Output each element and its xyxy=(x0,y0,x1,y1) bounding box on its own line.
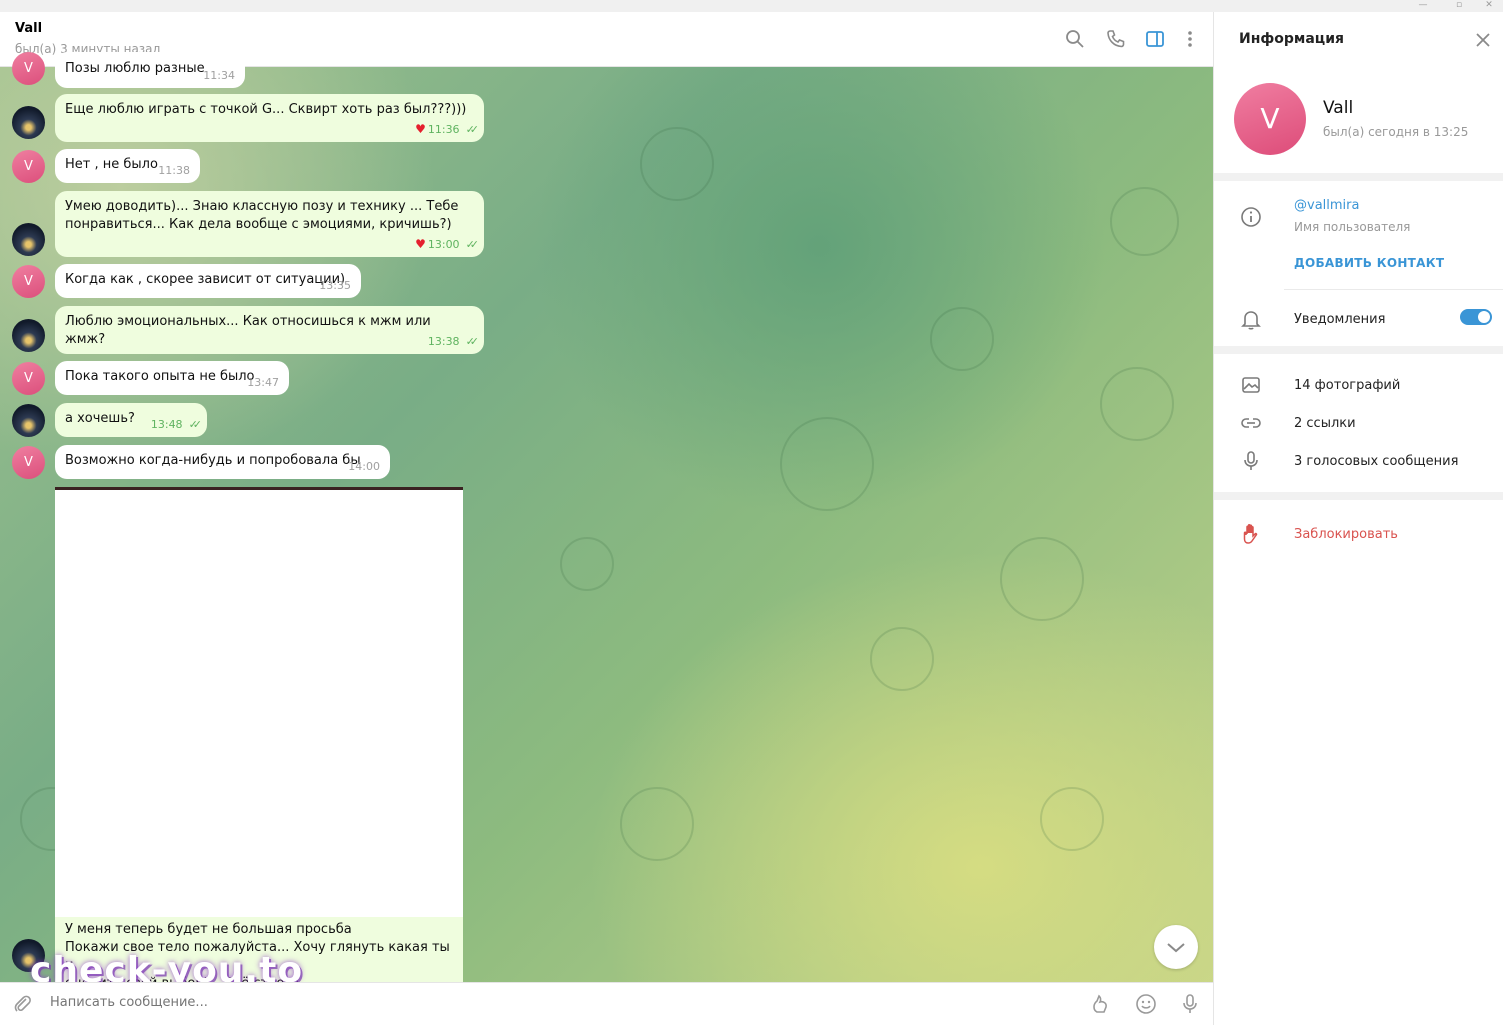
doodle-pattern xyxy=(780,417,874,511)
message-bubble[interactable]: Еще люблю играть с точкой G... Сквирт хо… xyxy=(55,94,484,142)
message-bubble[interactable]: Позы люблю разные 11:34 xyxy=(55,52,245,88)
links-item[interactable]: 2 ссылки xyxy=(1294,416,1356,431)
message-text: Люблю эмоциональных... Как относишься к … xyxy=(65,314,431,347)
message-composer xyxy=(0,982,1213,1025)
avatar[interactable] xyxy=(12,404,45,437)
notifications-label: Уведомления xyxy=(1294,312,1386,327)
more-icon[interactable] xyxy=(1179,28,1201,50)
info-icon xyxy=(1239,205,1263,229)
attach-icon[interactable] xyxy=(10,992,34,1016)
message-bubble[interactable]: Когда как , скорее зависит от ситуации) … xyxy=(55,264,361,298)
photo-attachment[interactable] xyxy=(55,487,463,917)
avatar[interactable]: V xyxy=(12,362,45,395)
avatar[interactable]: V xyxy=(12,265,45,298)
doodle-pattern xyxy=(560,537,614,591)
doodle-pattern xyxy=(1000,537,1084,621)
message-text-line: У меня теперь будет не большая просьба xyxy=(65,922,352,937)
profile-avatar[interactable]: V xyxy=(1234,83,1306,155)
block-button[interactable]: Заблокировать xyxy=(1294,527,1398,542)
doodle-pattern xyxy=(1110,187,1179,256)
doodle-pattern xyxy=(870,627,934,691)
message-time: 13:38 xyxy=(427,335,460,348)
close-icon[interactable] xyxy=(1473,30,1493,50)
message-text: Когда как , скорее зависит от ситуации) xyxy=(65,272,346,287)
heart-reaction-icon[interactable]: ♥ xyxy=(415,122,426,136)
read-checks-icon: ✓✓ xyxy=(465,335,480,348)
voice-messages-item[interactable]: 3 голосовых сообщения xyxy=(1294,454,1458,469)
message-time: 13:47 xyxy=(247,376,279,389)
message-text: Пока такого опыта не было xyxy=(65,369,255,384)
message-time: 14:00 xyxy=(348,460,380,473)
message-bubble[interactable]: Пока такого опыта не было 13:47 xyxy=(55,361,289,395)
read-checks-icon: ✓✓ xyxy=(465,238,480,251)
message-bubble[interactable]: Нет , не было 11:38 xyxy=(55,149,200,183)
info-title: Информация xyxy=(1239,31,1344,47)
photo-icon xyxy=(1239,373,1263,397)
message-time: 13:48 xyxy=(150,418,183,431)
divider xyxy=(1284,289,1503,290)
link-icon xyxy=(1239,411,1263,435)
block-hand-icon xyxy=(1239,522,1263,546)
message-bubble[interactable]: а хочешь? 13:48 ✓✓ xyxy=(55,403,207,437)
divider xyxy=(1214,492,1503,500)
scroll-down-button[interactable] xyxy=(1154,925,1198,969)
sidebar-toggle-icon[interactable] xyxy=(1144,28,1166,50)
doodle-pattern xyxy=(1040,787,1104,851)
message-bubble[interactable]: Люблю эмоциональных... Как относишься к … xyxy=(55,306,484,354)
emoji-icon[interactable] xyxy=(1134,992,1158,1016)
bell-icon xyxy=(1239,307,1263,331)
doodle-pattern xyxy=(930,307,994,371)
message-time: 13:35 xyxy=(319,279,351,292)
message-text: Нет , не было xyxy=(65,157,158,172)
message-bubble[interactable]: Возможно когда-нибудь и попробовала бы 1… xyxy=(55,445,390,479)
minimize-icon[interactable]: — xyxy=(1405,0,1441,12)
info-panel: Информация V Vall был(а) сегодня в 13:25… xyxy=(1213,12,1503,1025)
message-text: Позы люблю разные xyxy=(65,61,205,76)
notifications-toggle[interactable] xyxy=(1460,309,1492,325)
username-label: Имя пользователя xyxy=(1294,220,1411,234)
divider xyxy=(1214,346,1503,354)
chevron-down-icon xyxy=(1167,943,1185,953)
chat-title[interactable]: Vall xyxy=(15,21,42,36)
message-time: 13:00 xyxy=(427,238,460,251)
doodle-pattern xyxy=(640,127,714,201)
avatar[interactable] xyxy=(12,319,45,352)
phone-icon[interactable] xyxy=(1105,28,1127,50)
bot-commands-icon[interactable] xyxy=(1089,992,1113,1016)
profile-name: Vall xyxy=(1323,98,1354,118)
message-input[interactable] xyxy=(50,995,950,1010)
message-text: а хочешь? xyxy=(65,411,135,426)
username-link[interactable]: @vallmira xyxy=(1294,198,1359,213)
avatar[interactable]: V xyxy=(12,446,45,479)
search-icon[interactable] xyxy=(1064,28,1086,50)
message-text: Возможно когда-нибудь и попробовала бы xyxy=(65,453,361,468)
read-checks-icon: ✓✓ xyxy=(465,123,480,136)
read-checks-icon: ✓✓ xyxy=(188,418,203,431)
message-text: Еще люблю играть с точкой G... Сквирт хо… xyxy=(65,102,467,117)
heart-reaction-icon[interactable]: ♥ xyxy=(415,237,426,251)
window-titlebar: — ▫ ✕ xyxy=(0,0,1503,12)
mic-icon xyxy=(1239,449,1263,473)
profile-status: был(а) сегодня в 13:25 xyxy=(1323,125,1469,139)
message-bubble[interactable]: Умею доводить)... Знаю классную позу и т… xyxy=(55,191,484,257)
add-contact-button[interactable]: ДОБАВИТЬ КОНТАКТ xyxy=(1294,256,1444,270)
message-text: Умею доводить)... Знаю классную позу и т… xyxy=(65,199,459,232)
close-window-icon[interactable]: ✕ xyxy=(1471,0,1503,12)
divider xyxy=(1214,173,1503,181)
message-time: 11:38 xyxy=(158,164,190,177)
avatar[interactable] xyxy=(12,106,45,139)
message-time: 11:34 xyxy=(203,69,235,82)
avatar[interactable] xyxy=(12,223,45,256)
photos-item[interactable]: 14 фотографий xyxy=(1294,378,1400,393)
mic-icon[interactable] xyxy=(1178,992,1202,1016)
doodle-pattern xyxy=(620,787,694,861)
avatar[interactable]: V xyxy=(12,52,45,85)
message-time: 11:36 xyxy=(427,123,460,136)
avatar[interactable]: V xyxy=(12,150,45,183)
doodle-pattern xyxy=(1100,367,1174,441)
